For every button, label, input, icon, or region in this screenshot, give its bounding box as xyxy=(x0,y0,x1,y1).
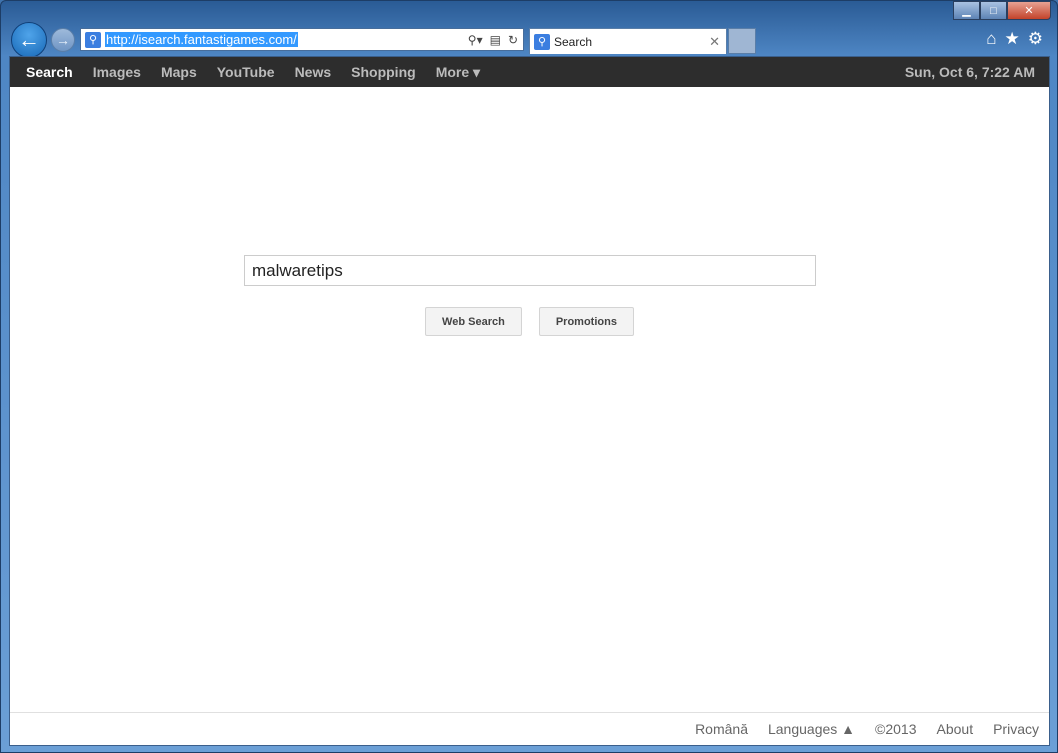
top-nav: Search Images Maps YouTube News Shopping… xyxy=(10,57,1049,87)
url-text[interactable]: http://isearch.fantastigames.com/ xyxy=(105,32,298,47)
nav-news[interactable]: News xyxy=(295,64,332,80)
gear-icon[interactable]: ⚙ xyxy=(1028,29,1043,49)
language-link[interactable]: Română xyxy=(695,721,748,737)
privacy-link[interactable]: Privacy xyxy=(993,721,1039,737)
nav-maps[interactable]: Maps xyxy=(161,64,197,80)
maximize-button[interactable]: □ xyxy=(980,1,1007,20)
home-icon[interactable]: ⌂ xyxy=(986,29,996,49)
browser-window: ▁ □ ✕ ← → ⚲ http://isearch.fantastigames… xyxy=(0,0,1058,753)
search-favicon-icon: ⚲ xyxy=(534,33,550,50)
address-bar[interactable]: ⚲ http://isearch.fantastigames.com/ ⚲▾ ▤… xyxy=(80,28,524,51)
new-tab-button[interactable] xyxy=(728,28,756,54)
footer: Română Languages ▲ ©2013 About Privacy xyxy=(10,712,1049,745)
promotions-button[interactable]: Promotions xyxy=(538,307,634,336)
search-icon[interactable]: ⚲▾ xyxy=(468,33,483,47)
nav-search[interactable]: Search xyxy=(26,64,73,80)
search-input[interactable] xyxy=(244,255,816,286)
back-button[interactable]: ← xyxy=(11,22,47,58)
nav-shopping[interactable]: Shopping xyxy=(351,64,416,80)
web-search-button[interactable]: Web Search xyxy=(425,307,522,336)
tab-title: Search xyxy=(554,34,593,49)
nav-youtube[interactable]: YouTube xyxy=(217,64,275,80)
nav-images[interactable]: Images xyxy=(93,64,141,80)
copyright: ©2013 xyxy=(875,721,917,737)
forward-button[interactable]: → xyxy=(51,28,75,52)
about-link[interactable]: About xyxy=(937,721,974,737)
nav-more[interactable]: More ▾ xyxy=(436,64,480,81)
date-time: Sun, Oct 6, 7:22 AM xyxy=(904,64,1035,80)
compatibility-view-icon[interactable]: ▤ xyxy=(490,33,501,47)
star-icon[interactable]: ★ xyxy=(1005,29,1020,49)
tab-search[interactable]: ⚲ Search ✕ xyxy=(529,28,727,54)
languages-link[interactable]: Languages ▲ xyxy=(768,721,855,737)
refresh-icon[interactable]: ↻ xyxy=(508,33,518,47)
minimize-button[interactable]: ▁ xyxy=(953,1,980,20)
page-content: Search Images Maps YouTube News Shopping… xyxy=(9,56,1050,746)
search-favicon-icon: ⚲ xyxy=(85,31,101,48)
close-button[interactable]: ✕ xyxy=(1007,1,1051,20)
close-tab-icon[interactable]: ✕ xyxy=(709,34,720,50)
